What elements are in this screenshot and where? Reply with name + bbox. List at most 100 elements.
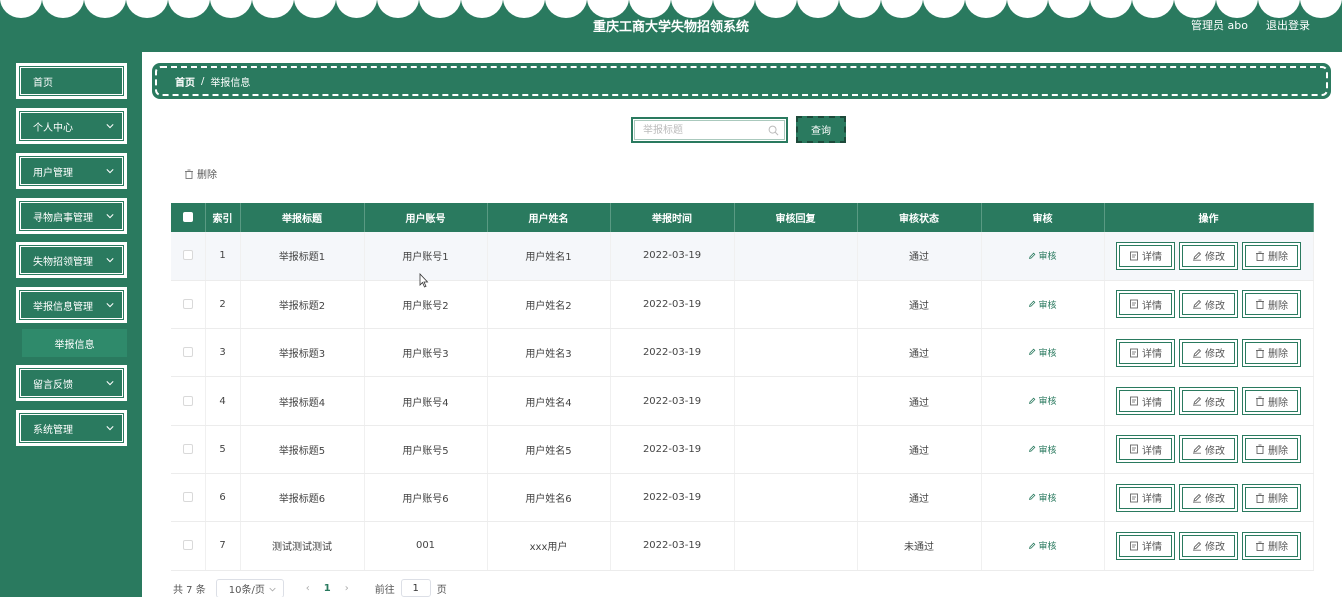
cell-user-name: 用户姓名3 bbox=[487, 328, 611, 378]
trash-icon bbox=[1255, 541, 1265, 551]
column-header: 审核回复 bbox=[734, 203, 858, 232]
audit-link[interactable]: 审核 bbox=[1028, 491, 1057, 504]
breadcrumb-home-link[interactable]: 首页 bbox=[175, 74, 195, 89]
delete-button[interactable]: 删除 bbox=[1242, 338, 1301, 367]
edit-button[interactable]: 修改 bbox=[1179, 338, 1238, 367]
cell-report-title: 测试测试测试 bbox=[240, 521, 365, 571]
sidebar-item-found-management[interactable]: 失物招领管理 bbox=[16, 242, 127, 278]
sidebar-item-system-management[interactable]: 系统管理 bbox=[16, 410, 127, 446]
sidebar-item-feedback[interactable]: 留言反馈 bbox=[16, 365, 127, 401]
sidebar-item-report-management[interactable]: 举报信息管理 bbox=[16, 287, 127, 323]
page-number-current[interactable]: 1 bbox=[324, 583, 331, 594]
row-select-cell bbox=[171, 328, 206, 378]
audit-link[interactable]: 审核 bbox=[1028, 346, 1057, 359]
delete-button[interactable]: 删除 bbox=[1242, 387, 1301, 416]
delete-button[interactable]: 删除 bbox=[1242, 435, 1301, 464]
edit-icon bbox=[1029, 300, 1036, 308]
row-checkbox[interactable] bbox=[182, 395, 193, 406]
table-row: 4 举报标题4 用户账号4 用户姓名4 2022-03-19 通过 审核 详情 修改 删除 bbox=[171, 376, 1314, 426]
edit-button-label: 修改 bbox=[1205, 542, 1225, 554]
table-row: 7 测试测试测试 001 xxx用户 2022-03-19 未通过 审核 详情 修改 删除 bbox=[171, 521, 1314, 571]
edit-button[interactable]: 修改 bbox=[1179, 290, 1238, 319]
column-header: 操作 bbox=[1104, 203, 1314, 232]
edit-icon bbox=[1029, 445, 1036, 453]
column-header: 审核状态 bbox=[857, 203, 982, 232]
cell-audit-reply bbox=[734, 280, 858, 330]
sidebar-item-user-management[interactable]: 用户管理 bbox=[16, 153, 127, 189]
audit-link-label: 审核 bbox=[1038, 445, 1057, 456]
audit-link-label: 审核 bbox=[1038, 397, 1057, 408]
detail-button[interactable]: 详情 bbox=[1116, 338, 1175, 367]
edit-icon bbox=[1192, 444, 1202, 454]
cell-audit-reply bbox=[734, 232, 858, 281]
edit-button[interactable]: 修改 bbox=[1179, 435, 1238, 464]
edit-icon bbox=[1192, 541, 1202, 551]
table-body: 1 举报标题1 用户账号1 用户姓名1 2022-03-19 通过 审核 详情 修改 删除 2 举报标… bbox=[171, 232, 1314, 571]
detail-button[interactable]: 详情 bbox=[1116, 241, 1175, 270]
table-row: 1 举报标题1 用户账号1 用户姓名1 2022-03-19 通过 审核 详情 修改 删除 bbox=[171, 232, 1314, 281]
delete-button[interactable]: 删除 bbox=[1242, 290, 1301, 319]
trash-icon bbox=[185, 169, 193, 179]
logout-button[interactable]: 退出登录 bbox=[1266, 17, 1310, 33]
sidebar-item-personal-center[interactable]: 个人中心 bbox=[16, 108, 127, 144]
batch-delete-button[interactable]: 删除 bbox=[184, 166, 217, 181]
detail-button[interactable]: 详情 bbox=[1116, 483, 1175, 512]
cell-report-time: 2022-03-19 bbox=[610, 328, 735, 378]
cell-index: 4 bbox=[205, 376, 241, 426]
detail-button[interactable]: 详情 bbox=[1116, 435, 1175, 464]
next-page-button[interactable]: › bbox=[345, 583, 349, 594]
edit-button[interactable]: 修改 bbox=[1179, 483, 1238, 512]
prev-page-button[interactable]: ‹ bbox=[306, 583, 310, 594]
search-button[interactable]: 查询 bbox=[796, 116, 846, 143]
document-icon bbox=[1129, 299, 1139, 309]
edit-button[interactable]: 修改 bbox=[1179, 387, 1238, 416]
cell-actions: 详情 修改 删除 bbox=[1104, 425, 1314, 474]
cell-audit-reply bbox=[734, 425, 858, 474]
goto-suffix: 页 bbox=[436, 584, 447, 596]
cell-user-name: 用户姓名2 bbox=[487, 280, 611, 330]
row-checkbox[interactable] bbox=[182, 347, 193, 358]
detail-button[interactable]: 详情 bbox=[1116, 290, 1175, 319]
sidebar-item-home[interactable]: 首页 bbox=[16, 63, 127, 99]
cell-audit-status: 通过 bbox=[857, 328, 982, 378]
page-size-select[interactable]: 10条/页 bbox=[215, 578, 284, 597]
row-checkbox[interactable] bbox=[182, 443, 193, 454]
cell-user-account: 用户账号6 bbox=[364, 473, 488, 523]
audit-link[interactable]: 审核 bbox=[1028, 298, 1057, 311]
row-checkbox[interactable] bbox=[182, 492, 193, 503]
audit-link[interactable]: 审核 bbox=[1028, 443, 1057, 456]
row-checkbox[interactable] bbox=[182, 540, 193, 551]
goto-page-input[interactable] bbox=[400, 579, 431, 597]
search-input[interactable] bbox=[643, 119, 773, 141]
select-all-checkbox[interactable] bbox=[182, 212, 193, 222]
table-header-row: 索引 举报标题 用户账号 用户姓名 举报时间 审核回复 审核状态 审核 操作 bbox=[171, 203, 1314, 232]
audit-link[interactable]: 审核 bbox=[1028, 394, 1057, 408]
cell-audit-status: 通过 bbox=[857, 232, 982, 281]
detail-button[interactable]: 详情 bbox=[1116, 531, 1175, 560]
edit-button[interactable]: 修改 bbox=[1179, 531, 1238, 560]
select-all-header bbox=[171, 203, 206, 232]
delete-button[interactable]: 删除 bbox=[1242, 241, 1301, 270]
document-icon bbox=[1129, 493, 1139, 503]
table-row: 6 举报标题6 用户账号6 用户姓名6 2022-03-19 通过 审核 详情 修改 删除 bbox=[171, 473, 1314, 523]
row-checkbox[interactable] bbox=[182, 298, 193, 309]
sidebar-item-label: 寻物启事管理 bbox=[33, 212, 93, 224]
document-icon bbox=[1129, 251, 1139, 261]
cell-actions: 详情 修改 删除 bbox=[1104, 473, 1314, 523]
audit-link[interactable]: 审核 bbox=[1028, 539, 1057, 552]
row-checkbox[interactable] bbox=[182, 250, 193, 261]
audit-link[interactable]: 审核 bbox=[1028, 249, 1057, 262]
delete-button[interactable]: 删除 bbox=[1242, 531, 1301, 560]
document-icon bbox=[1129, 541, 1139, 551]
delete-button[interactable]: 删除 bbox=[1242, 483, 1301, 512]
current-user: 管理员 abo bbox=[1191, 19, 1248, 32]
cell-report-time: 2022-03-19 bbox=[610, 280, 735, 330]
sidebar-item-lost-notice-management[interactable]: 寻物启事管理 bbox=[16, 198, 127, 234]
detail-button[interactable]: 详情 bbox=[1116, 387, 1175, 416]
edit-button[interactable]: 修改 bbox=[1179, 241, 1238, 270]
cell-audit: 审核 bbox=[981, 473, 1105, 523]
cell-report-time: 2022-03-19 bbox=[610, 232, 735, 281]
cell-report-time: 2022-03-19 bbox=[610, 376, 735, 426]
sidebar-subitem-report-info[interactable]: 举报信息 bbox=[22, 329, 127, 357]
detail-button-label: 详情 bbox=[1142, 542, 1162, 554]
